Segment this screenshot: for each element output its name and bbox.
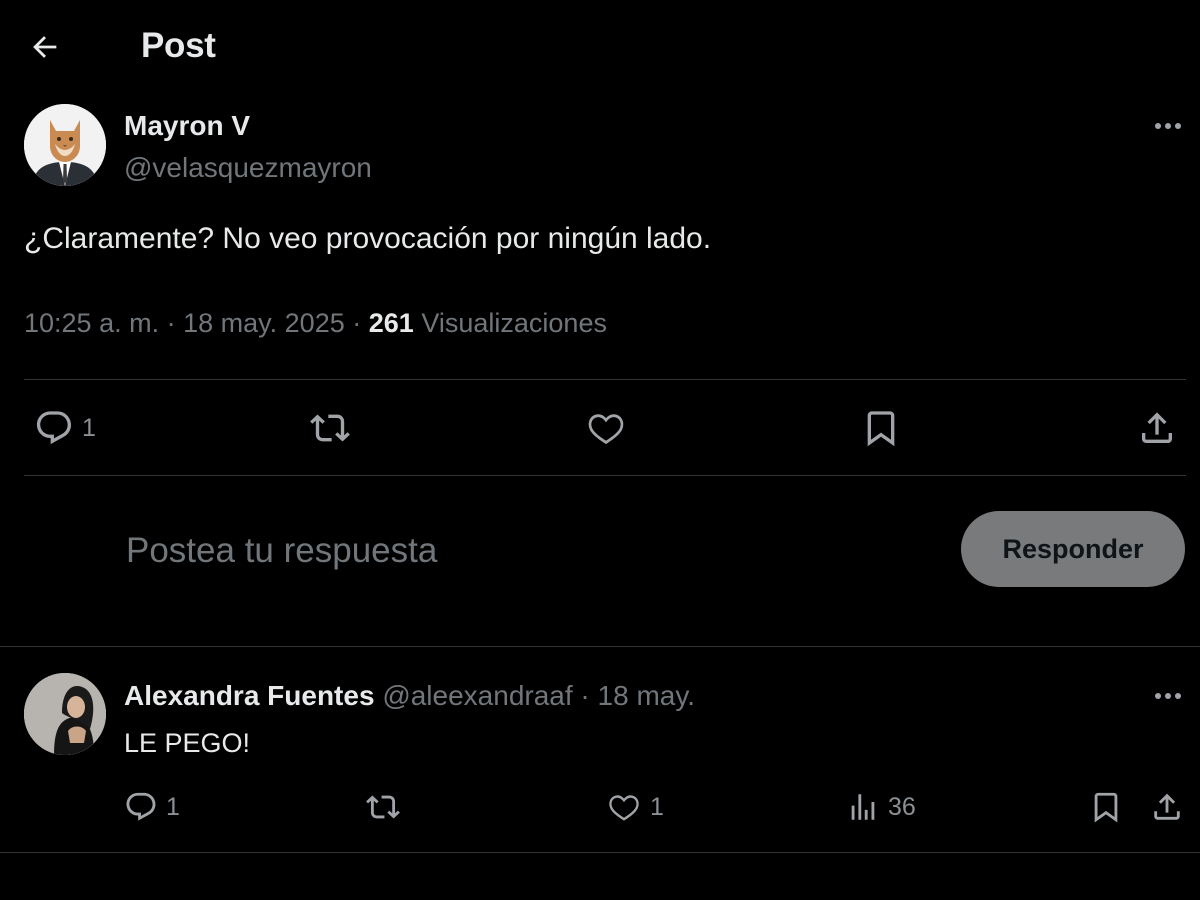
post-text: ¿Claramente? No veo provocación por ning… [24,222,712,255]
author-handle[interactable]: @velasquezmayron [124,152,372,184]
reply-button[interactable]: 1 [34,408,96,448]
top-bar: Post [0,0,1200,92]
divider [0,852,1200,853]
reply-separator: · [580,680,590,711]
post-time[interactable]: 10:25 a. m. [24,308,159,338]
bookmark-icon [1094,792,1118,823]
divider [24,475,1186,476]
share-icon [1154,793,1180,820]
reply-icon [126,792,156,821]
reply-author-handle[interactable]: @aleexandraaf [382,680,572,711]
avatar-image [24,104,106,186]
reply-views-count: 36 [888,792,916,821]
avatar-image [24,673,106,755]
reply-reply-count: 1 [166,792,180,821]
reply-date[interactable]: 18 may. [598,680,696,711]
more-icon-dot [1175,693,1181,699]
reply-reply-button[interactable]: 1 [124,790,180,824]
more-icon-dot [1175,123,1181,129]
bookmark-icon [867,411,895,447]
views-count: 261 [368,308,414,338]
views-label: Visualizaciones [421,308,607,338]
reply-author-avatar[interactable] [24,673,106,755]
reply-count: 1 [82,413,96,442]
share-icon [1142,412,1172,443]
author-name[interactable]: Mayron V [124,110,250,142]
reply-author-name[interactable]: Alexandra Fuentes [124,680,375,711]
arrow-left-icon [33,36,57,58]
bookmark-button[interactable] [861,408,901,448]
back-button[interactable] [24,26,66,68]
reply-text: LE PEGO! [124,728,251,758]
post-page: Post Mayron V @velasquezmayron ¿Claramen… [0,0,1200,900]
heart-icon [588,414,624,445]
share-button[interactable] [1137,408,1177,448]
reply-header: Alexandra Fuentes @aleexandraaf · 18 may… [124,680,695,712]
reply-repost-button[interactable] [364,790,410,824]
more-icon-dot [1165,123,1171,129]
repost-button[interactable] [308,408,360,448]
responder-button[interactable]: Responder [961,511,1185,587]
divider [24,379,1186,380]
meta-separator: · [166,308,176,338]
page-title: Post [141,26,216,65]
more-icon-dot [1155,693,1161,699]
meta-separator: · [352,308,362,338]
views-icon [851,794,875,820]
reply-like-count: 1 [650,792,664,821]
reply-share-button[interactable] [1150,790,1184,824]
more-icon-dot [1155,123,1161,129]
post-meta: 10:25 a. m. · 18 may. 2025 · 261 Visuali… [24,308,607,339]
repost-icon [366,795,400,819]
post-date[interactable]: 18 may. 2025 [183,308,345,338]
repost-icon [310,414,350,442]
more-icon-dot [1165,693,1171,699]
reply-composer-input[interactable]: Postea tu respuesta [126,526,926,576]
reply-bookmark-button[interactable] [1089,790,1123,824]
author-avatar[interactable] [24,104,106,186]
heart-icon [609,795,639,821]
divider [0,646,1200,647]
reply-views-button[interactable]: 36 [846,790,916,824]
reply-like-button[interactable]: 1 [606,790,664,824]
reply-icon [36,411,72,445]
like-button[interactable] [585,408,635,448]
more-options-button[interactable] [1148,111,1188,141]
reply-more-options-button[interactable] [1148,681,1188,711]
